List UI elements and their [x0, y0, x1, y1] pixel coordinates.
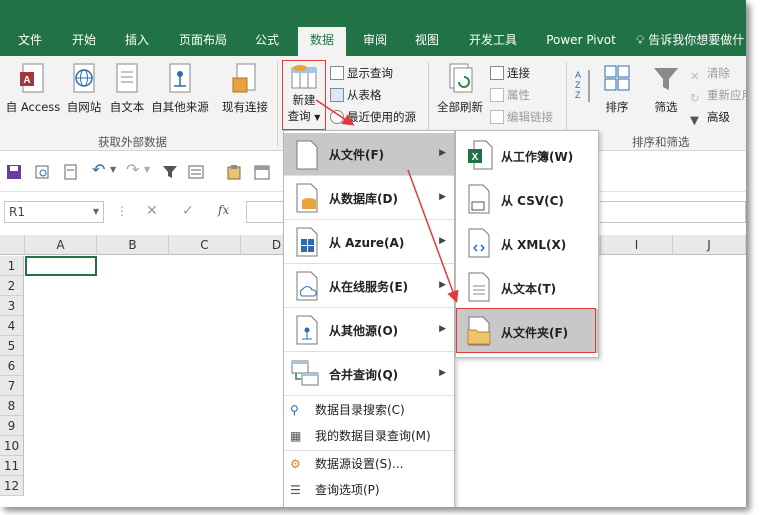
excel-window: 文件 开始 插入 页面布局 公式 数据 审阅 视图 开发工具 Power Piv… [0, 0, 746, 507]
arrow-to-from-folder [407, 169, 459, 303]
arrow-to-from-file [315, 99, 355, 126]
annotation-arrows [315, 99, 459, 303]
